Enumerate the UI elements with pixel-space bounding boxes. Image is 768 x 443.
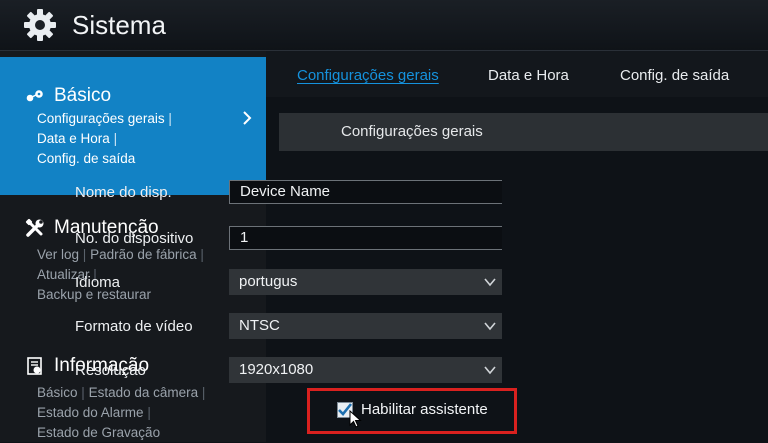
resolution-label: Resolução bbox=[75, 362, 146, 379]
language-select[interactable]: portugus bbox=[229, 269, 502, 295]
sidebar-link-estado-camera[interactable]: Estado da câmera bbox=[89, 385, 199, 400]
sidebar-link-padrao-fabrica[interactable]: Padrão de fábrica bbox=[90, 247, 197, 262]
gear-icon bbox=[24, 9, 56, 41]
chevron-down-icon bbox=[484, 278, 496, 287]
page-title: Sistema bbox=[72, 10, 166, 40]
network-icon bbox=[24, 85, 46, 107]
tools-icon bbox=[24, 217, 46, 239]
tab-config-saida[interactable]: Config. de saída bbox=[620, 67, 729, 84]
device-no-label: No. do dispositivo bbox=[75, 230, 194, 247]
sidebar-section-label: Básico bbox=[54, 85, 112, 106]
device-name-label: Nome do disp. bbox=[75, 184, 172, 201]
title-bar: Sistema bbox=[0, 0, 768, 51]
sidebar-section-basico[interactable]: Básico Configurações gerais | Data e Hor… bbox=[0, 57, 266, 195]
sidebar-link-config-saida[interactable]: Config. de saída bbox=[37, 151, 135, 166]
sidebar-link-basico-info[interactable]: Básico bbox=[37, 385, 78, 400]
sidebar-sublinks: Configurações gerais | Data e Hora | Con… bbox=[37, 111, 172, 166]
wizard-checkbox-label: Habilitar assistente bbox=[361, 401, 488, 418]
panel-title: Configurações gerais bbox=[341, 123, 483, 140]
sidebar-sublinks: Básico | Estado da câmera | Estado do Al… bbox=[37, 385, 206, 440]
info-icon bbox=[24, 355, 46, 377]
sidebar-link-config-gerais[interactable]: Configurações gerais bbox=[37, 111, 165, 126]
device-no-input[interactable]: 1 bbox=[229, 226, 502, 250]
sidebar-section-header[interactable]: Básico bbox=[24, 85, 111, 107]
sidebar-link-data-hora[interactable]: Data e Hora bbox=[37, 131, 110, 146]
sidebar-link-estado-gravacao[interactable]: Estado de Gravação bbox=[37, 425, 160, 440]
chevron-down-icon bbox=[484, 366, 496, 375]
device-name-input[interactable]: Device Name bbox=[229, 180, 502, 204]
sidebar-section-manutencao[interactable]: Manutenção Ver log | Padrão de fábrica |… bbox=[0, 209, 266, 319]
tab-bar: Configurações gerais Data e Hora Config.… bbox=[266, 51, 768, 97]
video-format-value: NTSC bbox=[239, 317, 280, 334]
language-value: portugus bbox=[239, 273, 298, 290]
sidebar-link-estado-alarme[interactable]: Estado do Alarme bbox=[37, 405, 144, 420]
tab-configuracoes-gerais[interactable]: Configurações gerais bbox=[297, 67, 439, 84]
video-format-label: Formato de vídeo bbox=[75, 318, 193, 335]
chevron-down-icon bbox=[484, 322, 496, 331]
language-label: Idioma bbox=[75, 274, 121, 291]
video-format-select[interactable]: NTSC bbox=[229, 313, 502, 339]
panel-header: Configurações gerais bbox=[279, 113, 768, 151]
sidebar-sublinks: Ver log | Padrão de fábrica | Atualizar … bbox=[37, 247, 204, 302]
resolution-select[interactable]: 1920x1080 bbox=[229, 357, 502, 383]
chevron-right-icon bbox=[243, 111, 252, 125]
sidebar-link-ver-log[interactable]: Ver log bbox=[37, 247, 79, 262]
mouse-cursor-icon bbox=[349, 410, 362, 428]
resolution-value: 1920x1080 bbox=[239, 361, 314, 378]
tab-data-hora[interactable]: Data e Hora bbox=[488, 67, 569, 84]
